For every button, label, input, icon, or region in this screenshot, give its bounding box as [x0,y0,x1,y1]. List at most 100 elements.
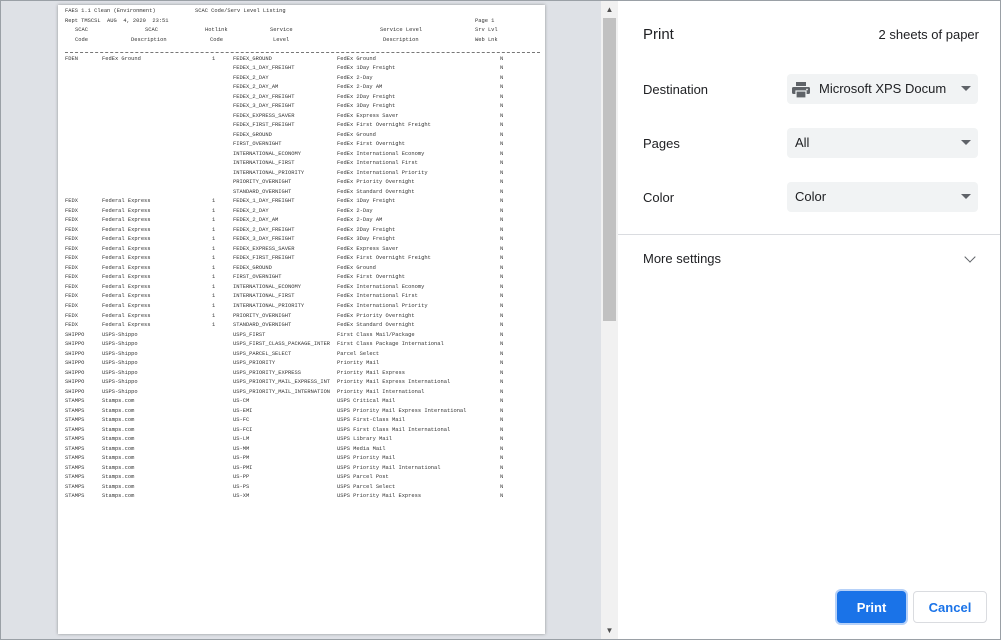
report-cell-level: FEDEX_3_DAY_FREIGHT [233,236,295,243]
report-cell-code: STAMPS [65,455,85,462]
report-cell-code: FEDX [65,322,78,329]
report-cell-web: N [500,388,504,395]
report-row: INTERNATIONAL_FIRST FedEx International F… [65,159,540,169]
report-text: FAES 1.1 Clean (Environment) SCAC Code/S… [65,7,540,502]
report-row: FIRST_OVERNIGHT FedEx First Overnight N [65,140,540,150]
report-cell-sdesc: FedEx 2-Day [337,207,373,214]
report-cell-desc: Stamps.com [102,445,135,452]
report-cell-web: N [500,245,504,252]
report-cell-sdesc: FedEx 3Day Freight [337,103,396,110]
report-cell-level: FEDEX_3_DAY_FREIGHT [233,103,295,110]
report-cell-web: N [500,483,504,490]
report-cell-code: FEDX [65,255,78,262]
col-header-service-level: Service Level [380,27,423,34]
report-row: STAMPS Stamps.com US-FCI USPS First Class M… [65,426,540,436]
report-cell-level: USPS_PARCEL_SELECT [233,350,292,357]
pages-label: Pages [643,136,680,151]
report-cell-code: STAMPS [65,426,85,433]
report-cell-desc: Federal Express [102,207,151,214]
report-cell-web: N [500,331,504,338]
report-cell-desc: Federal Express [102,293,151,300]
report-row: FEDX Federal Express 1 FEDEX_1_DAY_FREIGHT F… [65,197,540,207]
report-row: STAMPS Stamps.com US-PM USPS Priority Mail N [65,454,540,464]
report-cell-hot: 1 [212,55,216,62]
scroll-down-arrow-icon[interactable]: ▼ [601,622,618,639]
report-cell-level: FEDEX_GROUND [233,264,272,271]
report-cell-level: FEDEX_2_DAY_FREIGHT [233,226,295,233]
report-cell-web: N [500,131,504,138]
report-row: SHIPPO USPS-Shippo USPS_PRIORITY_EXPRESS Pr… [65,369,540,379]
report-title: FAES 1.1 Clean (Environment) [65,8,156,14]
report-cell-code: STAMPS [65,398,85,405]
report-cell-desc: Stamps.com [102,483,135,490]
destination-select[interactable]: Microsoft XPS Docum [787,74,978,104]
report-cell-desc: Federal Express [102,236,151,243]
more-settings-toggle[interactable]: More settings [643,251,721,266]
report-cell-sdesc: FedEx Ground [337,264,376,271]
report-cell-level: USPS_PRIORITY_EXPRESS [233,369,301,376]
report-cell-web: N [500,426,504,433]
scroll-thumb[interactable] [603,18,616,321]
report-cell-desc: USPS-Shippo [102,341,138,348]
report-cell-desc: Federal Express [102,283,151,290]
report-cell-code: FEDX [65,264,78,271]
report-cell-desc: Stamps.com [102,398,135,405]
report-cell-web: N [500,179,504,186]
report-row: SHIPPO USPS-Shippo USPS_FIRST_CLASS_PACKAG… [65,340,540,350]
report-cell-desc: Federal Express [102,226,151,233]
scroll-up-arrow-icon[interactable]: ▲ [601,1,618,18]
report-cell-sdesc: USPS Priority Mail [337,455,396,462]
report-cell-level: INTERNATIONAL_PRIORITY [233,169,305,176]
report-cell-hot: 1 [212,226,216,233]
report-cell-hot: 1 [212,255,216,262]
report-cell-web: N [500,217,504,224]
report-cell-level: US-PS [233,483,250,490]
report-cell-hot: 1 [212,245,216,252]
report-cell-level: FEDEX_FIRST_FREIGHT [233,122,295,129]
report-cell-web: N [500,55,504,62]
report-cell-hot: 1 [212,198,216,205]
report-cell-web: N [500,274,504,281]
report-cell-web: N [500,207,504,214]
report-cell-sdesc: FedEx International First [337,293,418,300]
cancel-button[interactable]: Cancel [913,591,987,623]
report-cell-sdesc: Priority Mail [337,360,380,367]
report-cell-sdesc: FedEx First Overnight [337,141,405,148]
pages-select[interactable]: All [787,128,978,158]
report-cell-sdesc: FedEx First Overnight [337,274,405,281]
preview-scrollbar[interactable]: ▲ ▼ [601,1,618,639]
print-preview-area: FAES 1.1 Clean (Environment) SCAC Code/S… [1,1,601,639]
report-cell-hot: 1 [212,312,216,319]
report-row: FEDEX_FIRST_FREIGHT FedEx First Overnight… [65,121,540,131]
report-cell-code: SHIPPO [65,350,85,357]
report-cell-level: STANDARD_OVERNIGHT [233,188,292,195]
pages-value: All [795,135,810,150]
col-header-service: Service [270,27,293,34]
report-row: STAMPS Stamps.com US-XM USPS Priority Mail … [65,492,540,502]
report-row: FEDEX_GROUND FedEx Ground N [65,131,540,141]
report-cell-desc: FedEx Ground [102,55,141,62]
report-cell-desc: Stamps.com [102,493,135,500]
print-button[interactable]: Print [837,591,906,623]
report-cell-web: N [500,369,504,376]
report-cell-code: FEDX [65,236,78,243]
report-row: FEDX Federal Express 1 FEDEX_2_DAY_AM FedEx … [65,216,540,226]
report-cell-desc: Stamps.com [102,436,135,443]
report-cell-level: FEDEX_1_DAY_FREIGHT [233,198,295,205]
report-row: FEDEX_2_DAY FedEx 2-Day N [65,74,540,84]
report-cell-desc: Federal Express [102,198,151,205]
report-cell-level: US-LM [233,436,250,443]
col-header-description: Description [131,36,167,43]
report-cell-desc: USPS-Shippo [102,350,138,357]
chevron-down-icon[interactable] [964,251,976,263]
report-cell-level: INTERNATIONAL_ECONOMY [233,150,301,157]
color-select[interactable]: Color [787,182,978,212]
report-cell-hot: 1 [212,322,216,329]
report-cell-desc: Federal Express [102,264,151,271]
report-cell-level: USPS_PRIORITY_MAIL_EXPRESS_INT [233,379,331,386]
report-cell-level: FEDEX_2_DAY [233,207,269,214]
report-cell-desc: USPS-Shippo [102,360,138,367]
print-dialog: FAES 1.1 Clean (Environment) SCAC Code/S… [0,0,1001,640]
report-cell-code: SHIPPO [65,379,85,386]
report-cell-web: N [500,407,504,414]
